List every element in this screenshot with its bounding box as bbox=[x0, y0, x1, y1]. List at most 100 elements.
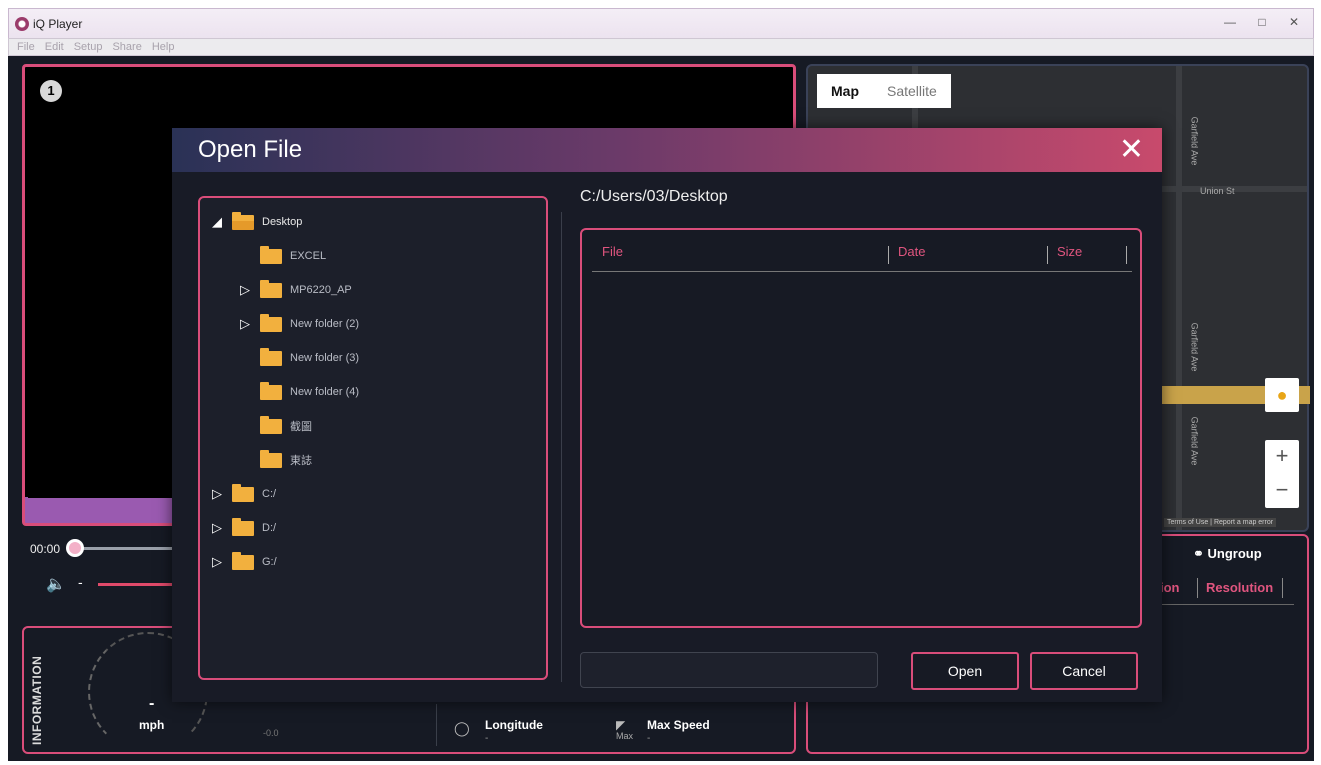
expand-icon[interactable]: ◢ bbox=[210, 214, 224, 230]
zoom-in-button[interactable]: + bbox=[1265, 440, 1299, 474]
seek-bar[interactable] bbox=[70, 547, 180, 550]
folder-icon bbox=[260, 415, 282, 434]
street-label: Garfield Ave bbox=[1189, 116, 1200, 166]
folder-icon bbox=[260, 449, 282, 468]
longitude-value: - bbox=[485, 733, 489, 744]
file-list-header: File Date Size bbox=[592, 240, 1132, 272]
playback-time: 00:00 bbox=[30, 542, 61, 556]
minimize-button[interactable]: — bbox=[1215, 12, 1245, 32]
expand-icon[interactable]: ▷ bbox=[210, 486, 224, 502]
folder-icon bbox=[232, 517, 254, 536]
close-icon[interactable]: ✕ bbox=[1119, 132, 1144, 168]
tree-item[interactable]: 截圖 bbox=[238, 415, 312, 436]
expand-icon[interactable]: ▷ bbox=[238, 316, 252, 332]
menu-share[interactable]: Share bbox=[112, 41, 141, 53]
street-label: Union St bbox=[1200, 186, 1235, 196]
open-button[interactable]: Open bbox=[911, 652, 1019, 690]
menu-help[interactable]: Help bbox=[152, 41, 175, 53]
column-header-date[interactable]: Date bbox=[898, 244, 925, 259]
tree-label: MP6220_AP bbox=[290, 284, 352, 296]
zoom-control: + − bbox=[1265, 440, 1299, 508]
folder-open-icon bbox=[232, 211, 254, 230]
app-title: iQ Player bbox=[33, 17, 83, 31]
column-header-size[interactable]: Size bbox=[1057, 244, 1082, 259]
volume-icon[interactable]: 🔈 bbox=[46, 574, 66, 594]
zoom-out-button[interactable]: − bbox=[1265, 474, 1299, 508]
cancel-button[interactable]: Cancel bbox=[1030, 652, 1138, 690]
column-header-file[interactable]: File bbox=[602, 244, 623, 259]
column-separator bbox=[888, 246, 889, 264]
filename-input[interactable] bbox=[580, 652, 878, 688]
column-separator bbox=[1047, 246, 1048, 264]
street-label: Garfield Ave bbox=[1189, 322, 1200, 372]
volume-slider[interactable] bbox=[98, 583, 178, 586]
tree-item-desktop[interactable]: ◢ Desktop bbox=[210, 211, 303, 232]
tree-label: 東誌 bbox=[290, 455, 312, 467]
info-divider bbox=[436, 704, 437, 746]
column-separator bbox=[1126, 246, 1127, 264]
max-speed-label: Max Speed bbox=[647, 718, 710, 732]
information-label: INFORMATION bbox=[30, 655, 44, 745]
menu-file[interactable]: File bbox=[17, 41, 35, 53]
tree-label: New folder (2) bbox=[290, 318, 360, 330]
folder-tree: ◢ Desktop EXCEL ▷ MP6220_AP ▷ New folder… bbox=[198, 196, 548, 680]
menu-bar: File Edit Setup Share Help bbox=[8, 38, 1314, 56]
tree-label: 截圖 bbox=[290, 421, 312, 433]
column-underline bbox=[1162, 604, 1294, 605]
tree-item-drive[interactable]: ▷ C:/ bbox=[210, 483, 276, 504]
channel-badge: 1 bbox=[40, 80, 62, 102]
expand-icon[interactable]: ▷ bbox=[210, 520, 224, 536]
tree-label: G:/ bbox=[262, 556, 277, 568]
max-speed-icon-label: Max bbox=[616, 731, 634, 741]
folder-icon bbox=[260, 347, 282, 366]
street-view-icon[interactable]: ● bbox=[1265, 378, 1299, 412]
folder-icon bbox=[260, 313, 282, 332]
tree-item[interactable]: EXCEL bbox=[238, 245, 327, 266]
ungroup-button[interactable]: ⚭ Ungroup bbox=[1193, 546, 1262, 562]
volume-minus: - bbox=[78, 574, 83, 590]
tree-item[interactable]: New folder (4) bbox=[238, 381, 360, 402]
folder-icon bbox=[232, 551, 254, 570]
longitude-label: Longitude bbox=[485, 718, 543, 732]
tree-label: New folder (4) bbox=[290, 386, 360, 398]
max-speed-value: - bbox=[647, 733, 651, 744]
tree-item-drive[interactable]: ▷ G:/ bbox=[210, 551, 277, 572]
tree-item-drive[interactable]: ▷ D:/ bbox=[210, 517, 277, 538]
current-path: C:/Users/03/Desktop bbox=[580, 188, 728, 205]
close-window-button[interactable]: ✕ bbox=[1279, 12, 1309, 32]
maximize-button[interactable]: □ bbox=[1247, 12, 1277, 32]
map-road bbox=[1176, 66, 1182, 530]
column-header-partial[interactable]: ion bbox=[1160, 580, 1180, 595]
dialog-divider bbox=[561, 212, 562, 682]
ungroup-label: Ungroup bbox=[1207, 546, 1262, 561]
folder-icon bbox=[260, 279, 282, 298]
file-list[interactable]: File Date Size bbox=[580, 228, 1142, 628]
column-separator bbox=[1197, 578, 1198, 598]
column-header-resolution[interactable]: Resolution bbox=[1206, 580, 1273, 595]
folder-icon bbox=[260, 381, 282, 400]
tab-satellite[interactable]: Satellite bbox=[873, 74, 951, 108]
expand-icon[interactable]: ▷ bbox=[238, 282, 252, 298]
tree-label: New folder (3) bbox=[290, 352, 360, 364]
seek-handle[interactable] bbox=[66, 539, 84, 557]
gauge-small-value: -0.0 bbox=[263, 728, 279, 738]
tree-label: EXCEL bbox=[290, 250, 327, 262]
speedometer-icon: ◤ bbox=[616, 718, 626, 732]
tree-label: Desktop bbox=[262, 216, 303, 228]
tab-map[interactable]: Map bbox=[817, 74, 873, 108]
tree-item[interactable]: ▷ New folder (2) bbox=[238, 313, 360, 334]
tree-item[interactable]: 東誌 bbox=[238, 449, 312, 470]
column-separator bbox=[1282, 578, 1283, 598]
tree-label: D:/ bbox=[262, 522, 277, 534]
menu-setup[interactable]: Setup bbox=[74, 41, 103, 53]
tree-item[interactable]: ▷ MP6220_AP bbox=[238, 279, 352, 300]
tree-item[interactable]: New folder (3) bbox=[238, 347, 360, 368]
menu-edit[interactable]: Edit bbox=[45, 41, 64, 53]
dialog-header: Open File ✕ bbox=[172, 128, 1162, 172]
globe-icon: ◯ bbox=[454, 720, 470, 736]
dialog-title: Open File bbox=[198, 136, 303, 163]
map-footer[interactable]: Terms of Use | Report a map error bbox=[1164, 518, 1277, 527]
open-file-dialog: Open File ✕ ◢ Desktop EXCEL ▷ MP6220_AP … bbox=[172, 128, 1162, 702]
title-bar: iQ Player — □ ✕ bbox=[8, 8, 1314, 38]
expand-icon[interactable]: ▷ bbox=[210, 554, 224, 570]
